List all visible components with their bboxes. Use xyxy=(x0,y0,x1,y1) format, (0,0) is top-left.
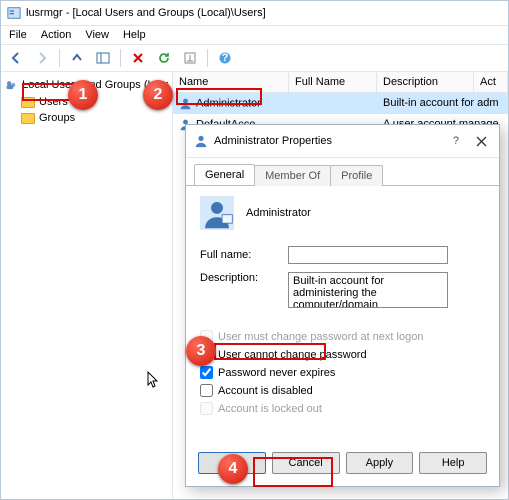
app-icon xyxy=(7,6,21,20)
check-never-expires[interactable]: Password never expires xyxy=(200,366,485,379)
up-button[interactable] xyxy=(66,47,88,69)
forward-button[interactable] xyxy=(31,47,53,69)
avatar-icon xyxy=(200,196,234,230)
dialog-title: Administrator Properties xyxy=(214,135,332,147)
check-cannot-change[interactable]: User cannot change password xyxy=(200,348,485,361)
close-button[interactable] xyxy=(471,131,491,151)
users-groups-icon xyxy=(5,78,18,92)
refresh-button[interactable] xyxy=(153,47,175,69)
description-label: Description: xyxy=(200,272,280,284)
tab-strip: General Member Of Profile xyxy=(186,158,499,186)
fullname-input[interactable] xyxy=(288,246,448,264)
cancel-button[interactable]: Cancel xyxy=(272,452,340,474)
toolbar: ? xyxy=(1,45,508,72)
properties-dialog: Administrator Properties ? General Membe… xyxy=(185,124,500,487)
fullname-field: Full name: xyxy=(200,246,485,264)
help-button[interactable]: Help xyxy=(419,452,487,474)
list-header: Name Full Name Description Act xyxy=(173,72,508,93)
window-split-icon[interactable] xyxy=(92,47,114,69)
annotation-3: 3 xyxy=(186,336,216,366)
cursor-icon xyxy=(147,371,161,389)
user-icon xyxy=(179,97,192,110)
back-button[interactable] xyxy=(5,47,27,69)
tab-profile[interactable]: Profile xyxy=(330,165,383,186)
description-input[interactable]: Built-in account for administering the c… xyxy=(288,272,448,308)
tree-groups-label: Groups xyxy=(39,112,75,124)
identity-name: Administrator xyxy=(246,207,311,219)
folder-icon xyxy=(21,97,35,108)
fullname-label: Full name: xyxy=(200,249,280,261)
annotation-1: 1 xyxy=(68,80,98,110)
annotation-2: 2 xyxy=(143,80,173,110)
check-cannot-change-label: User cannot change password xyxy=(218,349,367,361)
row-name: Administrator xyxy=(196,97,261,109)
user-icon xyxy=(194,134,208,148)
tab-general[interactable]: General xyxy=(194,164,255,185)
toolbar-divider xyxy=(120,49,121,67)
col-description[interactable]: Description xyxy=(377,72,474,92)
toolbar-divider xyxy=(59,49,60,67)
row-desc: Built-in account for adm xyxy=(377,95,508,112)
menu-bar: File Action View Help xyxy=(1,26,508,45)
col-actions[interactable]: Act xyxy=(474,72,508,92)
tab-member-of[interactable]: Member Of xyxy=(254,165,331,186)
check-account-locked-label: Account is locked out xyxy=(218,403,322,415)
menu-action[interactable]: Action xyxy=(41,29,72,41)
checkbox-never-expires[interactable] xyxy=(200,366,213,379)
annotation-4: 4 xyxy=(218,454,248,484)
description-field: Description: Built-in account for admini… xyxy=(200,272,485,308)
delete-button[interactable] xyxy=(127,47,149,69)
toolbar-divider xyxy=(207,49,208,67)
apply-button[interactable]: Apply xyxy=(346,452,414,474)
list-row-administrator[interactable]: Administrator Built-in account for adm xyxy=(173,93,508,114)
dialog-titlebar: Administrator Properties ? xyxy=(186,125,499,158)
help-button[interactable]: ? xyxy=(214,47,236,69)
menu-file[interactable]: File xyxy=(9,29,27,41)
check-account-locked: Account is locked out xyxy=(200,402,485,415)
window-title: lusrmgr - [Local Users and Groups (Local… xyxy=(26,7,266,19)
identity-row: Administrator xyxy=(200,196,485,230)
check-must-change-label: User must change password at next logon xyxy=(218,331,423,343)
tree-users-label: Users xyxy=(39,96,68,108)
check-must-change: User must change password at next logon xyxy=(200,330,485,343)
title-bar: lusrmgr - [Local Users and Groups (Local… xyxy=(1,1,508,26)
checkbox-account-disabled[interactable] xyxy=(200,384,213,397)
nav-tree: Local Users and Groups (Local) Users Gro… xyxy=(1,72,173,499)
svg-text:?: ? xyxy=(222,52,229,64)
row-fullname xyxy=(289,95,377,112)
check-never-expires-label: Password never expires xyxy=(218,367,335,379)
col-name[interactable]: Name xyxy=(173,72,289,92)
folder-icon xyxy=(21,113,35,124)
menu-view[interactable]: View xyxy=(85,29,109,41)
export-button[interactable] xyxy=(179,47,201,69)
tree-item-groups[interactable]: Groups xyxy=(3,110,170,126)
help-icon[interactable]: ? xyxy=(453,135,459,147)
menu-help[interactable]: Help xyxy=(123,29,146,41)
check-account-disabled-label: Account is disabled xyxy=(218,385,313,397)
check-account-disabled[interactable]: Account is disabled xyxy=(200,384,485,397)
col-fullname[interactable]: Full Name xyxy=(289,72,377,92)
checkbox-account-locked xyxy=(200,402,213,415)
